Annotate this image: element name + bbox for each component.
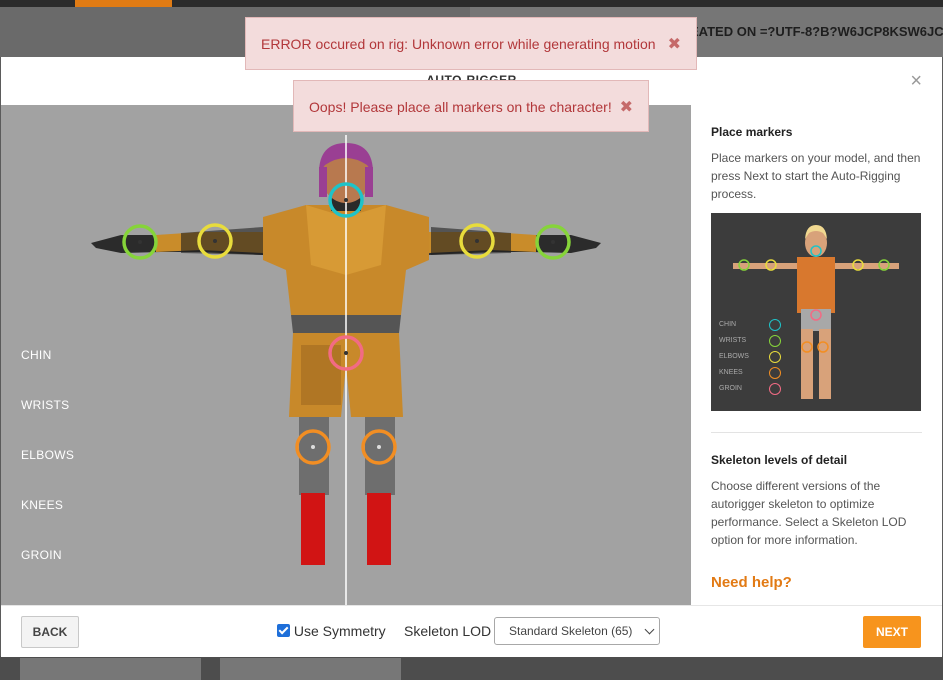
marker-list: CHIN WRISTS ELBOWS KNEES GROIN	[21, 348, 74, 598]
close-icon[interactable]: ×	[910, 71, 922, 91]
reference-legend: CHIN WRISTS ELBOWS KNEES GROIN	[719, 319, 781, 401]
use-symmetry-option[interactable]: Use Symmetry	[277, 623, 386, 639]
error-toast-markers-message: Oops! Please place all markers on the ch…	[309, 99, 612, 115]
use-symmetry-checkbox[interactable]	[277, 624, 290, 637]
background-created-text: EATED ON =?UTF-8?B?W6JCP8KSW6JCICKY	[690, 24, 943, 39]
skeleton-lod-select[interactable]: Standard Skeleton (65)	[494, 617, 660, 645]
legend-elbows: ELBOWS	[719, 353, 749, 360]
knee-marker-right[interactable]	[361, 429, 397, 465]
instructions-sidebar: Place markers Place markers on your mode…	[691, 105, 942, 605]
close-icon[interactable]: ✖	[620, 97, 633, 117]
background-thumbnail	[20, 658, 201, 680]
character-viewport[interactable]: CHIN WRISTS ELBOWS KNEES GROIN	[1, 105, 691, 605]
marker-label-elbows[interactable]: ELBOWS	[21, 448, 74, 498]
knee-marker-left[interactable]	[295, 429, 331, 465]
skeleton-lod-value: Standard Skeleton (65)	[509, 624, 633, 638]
lod-heading: Skeleton levels of detail	[711, 453, 848, 467]
use-symmetry-label: Use Symmetry	[293, 623, 386, 639]
reference-image: CHIN WRISTS ELBOWS KNEES GROIN	[711, 213, 921, 411]
marker-label-wrists[interactable]: WRISTS	[21, 398, 74, 448]
skeleton-lod-label: Skeleton LOD	[404, 623, 492, 639]
place-markers-text: Place markers on your model, and then pr…	[711, 151, 921, 201]
auto-rigger-modal: AUTO-RIGGER ×	[1, 57, 942, 657]
error-toast-rig-message: ERROR occured on rig: Unknown error whil…	[261, 36, 656, 52]
place-markers-heading: Place markers	[711, 125, 793, 139]
chevron-down-icon	[644, 624, 655, 635]
background-thumbnail	[220, 658, 401, 680]
elbow-marker-right[interactable]	[459, 223, 495, 259]
back-button[interactable]: BACK	[21, 616, 79, 648]
lod-text: Choose different versions of the autorig…	[711, 479, 907, 547]
close-icon[interactable]: ✖	[668, 34, 681, 54]
legend-chin: CHIN	[719, 321, 737, 328]
error-toast-markers: Oops! Please place all markers on the ch…	[293, 80, 649, 132]
legend-knees: KNEES	[719, 369, 743, 376]
legend-wrists: WRISTS	[719, 337, 747, 344]
need-help-link[interactable]: Need help?	[711, 574, 922, 591]
marker-label-groin[interactable]: GROIN	[21, 548, 74, 598]
marker-layer[interactable]	[1, 105, 691, 605]
next-button[interactable]: NEXT	[863, 616, 921, 648]
wrist-marker-right[interactable]	[535, 224, 571, 260]
marker-label-chin[interactable]: CHIN	[21, 348, 74, 398]
error-toast-rig: ERROR occured on rig: Unknown error whil…	[245, 17, 697, 70]
chin-marker[interactable]	[328, 182, 364, 218]
modal-footer: BACK Use Symmetry Skeleton LOD Standard …	[1, 605, 942, 657]
legend-groin: GROIN	[719, 385, 742, 392]
sidebar-divider	[711, 432, 922, 433]
groin-marker[interactable]	[328, 335, 364, 371]
wrist-marker-left[interactable]	[122, 224, 158, 260]
elbow-marker-left[interactable]	[197, 223, 233, 259]
marker-label-knees[interactable]: KNEES	[21, 498, 74, 548]
background-active-tab	[75, 0, 172, 7]
